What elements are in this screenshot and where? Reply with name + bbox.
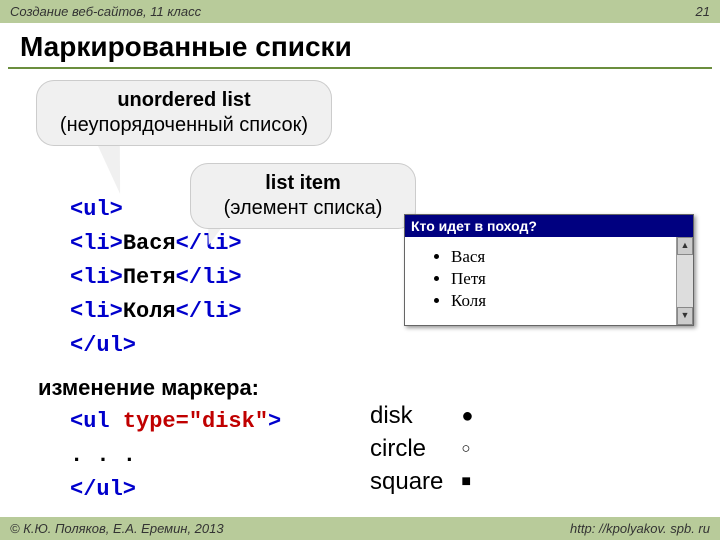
marker-types-table: disk ● circle ○ square ■ <box>360 398 483 500</box>
browser-body: Вася Петя Коля ▲ ▼ <box>405 237 693 325</box>
callout-unordered-list: unordered list (неупорядоченный список) <box>36 80 332 146</box>
table-row: circle ○ <box>362 433 481 464</box>
code-line: <ul type="disk"> <box>70 405 281 439</box>
callout-term: list item <box>208 171 398 196</box>
list-item: Петя <box>451 269 676 289</box>
callout-term: unordered list <box>54 88 314 113</box>
marker-name: square <box>362 466 451 497</box>
section-marker-change: изменение маркера: <box>38 375 259 401</box>
scrollbar[interactable]: ▲ ▼ <box>676 237 693 325</box>
scroll-down-icon[interactable]: ▼ <box>677 307 693 325</box>
marker-name: disk <box>362 400 451 431</box>
disk-icon: ● <box>453 400 481 431</box>
copyright: © К.Ю. Поляков, Е.А. Еремин, 2013 <box>10 521 224 536</box>
list-item: Коля <box>451 291 676 311</box>
code-line: <li>Петя</li> <box>70 261 242 295</box>
table-row: disk ● <box>362 400 481 431</box>
callout-translation: (неупорядоченный список) <box>54 113 314 138</box>
callout-list-item: list item (элемент списка) <box>190 163 416 229</box>
course-label: Создание веб-сайтов, 11 класс <box>10 4 201 19</box>
browser-preview: Кто идет в поход? Вася Петя Коля ▲ ▼ <box>404 214 694 326</box>
code-line: <li>Коля</li> <box>70 295 242 329</box>
page-number: 21 <box>696 4 710 19</box>
rendered-list: Вася Петя Коля <box>433 247 676 311</box>
slide-header: Создание веб-сайтов, 11 класс 21 <box>0 0 720 23</box>
slide-title: Маркированные списки <box>0 23 720 67</box>
code-line: </ul> <box>70 473 281 507</box>
footer-url: http: //kpolyakov. spb. ru <box>570 521 710 536</box>
code-line: </ul> <box>70 329 242 363</box>
list-item: Вася <box>451 247 676 267</box>
circle-icon: ○ <box>453 433 481 464</box>
marker-name: circle <box>362 433 451 464</box>
browser-titlebar: Кто идет в поход? <box>405 215 693 237</box>
square-icon: ■ <box>453 466 481 497</box>
slide-footer: © К.Ю. Поляков, Е.А. Еремин, 2013 http: … <box>0 517 720 540</box>
scroll-up-icon[interactable]: ▲ <box>677 237 693 255</box>
table-row: square ■ <box>362 466 481 497</box>
callout-translation: (элемент списка) <box>208 196 398 221</box>
code-example-type: <ul type="disk"> . . . </ul> <box>70 405 281 507</box>
title-rule <box>8 67 712 69</box>
code-line: . . . <box>70 439 281 473</box>
